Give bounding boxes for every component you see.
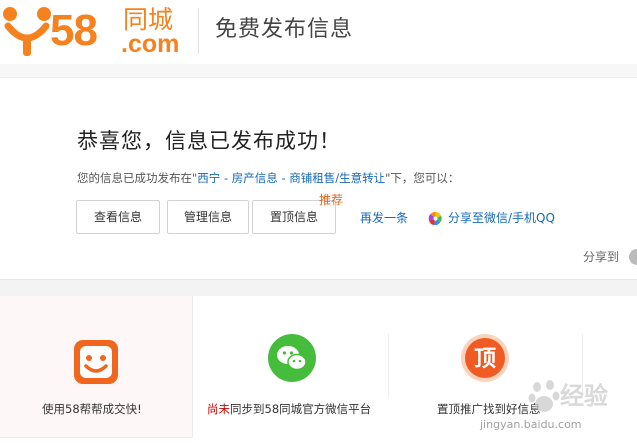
- page-title: 免费发布信息: [215, 17, 354, 42]
- logo-domain: .com: [121, 30, 180, 58]
- category-path-link[interactable]: 西宁 - 房产信息 - 商铺租售/生意转让: [197, 171, 385, 185]
- share-to-label: 分享到: [583, 250, 620, 264]
- view-info-button[interactable]: 查看信息: [76, 200, 160, 234]
- share-wechat-label: 分享至微信/手机QQ: [448, 211, 555, 225]
- card-bangbang[interactable]: 使用58帮帮成交快!: [0, 296, 193, 438]
- wechat-icon: [268, 334, 316, 382]
- site-header: 58 同城 .com 免费发布信息: [0, 0, 637, 64]
- logo-number: 58: [50, 6, 98, 55]
- card-wechat-status: 尚未: [207, 402, 230, 416]
- baidu-watermark: 经验: [528, 378, 637, 448]
- card-wechat-text: 尚未同步到58同城官方微信平台: [207, 401, 371, 417]
- paw-icon: [528, 380, 560, 412]
- manage-info-button[interactable]: 管理信息: [167, 200, 249, 234]
- card-bangbang-text: 使用58帮帮成交快!: [42, 402, 142, 416]
- svg-text:顶: 顶: [474, 347, 496, 372]
- republish-link[interactable]: 再发一条: [360, 210, 408, 226]
- section-band: [0, 279, 637, 296]
- bangbang-smile-icon: [74, 340, 118, 384]
- logo-figure-icon: [3, 7, 51, 56]
- desc-prefix: 您的信息已成功发布在": [77, 171, 198, 185]
- success-description: 您的信息已成功发布在"西宁 - 房产信息 - 商铺租售/生意转让"下，您可以：: [77, 170, 459, 186]
- card-wechat-desc: 同步到58同城官方微信平台: [230, 402, 372, 416]
- site-logo[interactable]: 58 同城 .com: [0, 4, 185, 60]
- recommend-badge: 推荐: [319, 193, 344, 207]
- card-top-text: 置顶推广找到好信息: [437, 402, 541, 416]
- share-more-icon[interactable]: [629, 249, 637, 265]
- success-title: 恭喜您，信息已发布成功！: [77, 129, 341, 153]
- pinwheel-icon: [428, 211, 442, 225]
- header-divider: [198, 8, 199, 54]
- desc-suffix: "下，您可以：: [385, 171, 460, 185]
- header-band: [0, 64, 637, 78]
- share-wechat-link[interactable]: 分享至微信/手机QQ: [428, 209, 555, 227]
- watermark-text: 经验: [560, 382, 608, 410]
- card-divider: [388, 334, 389, 398]
- ding-top-icon: 顶: [461, 334, 509, 382]
- watermark-url: jingyan.baidu.com: [480, 418, 582, 431]
